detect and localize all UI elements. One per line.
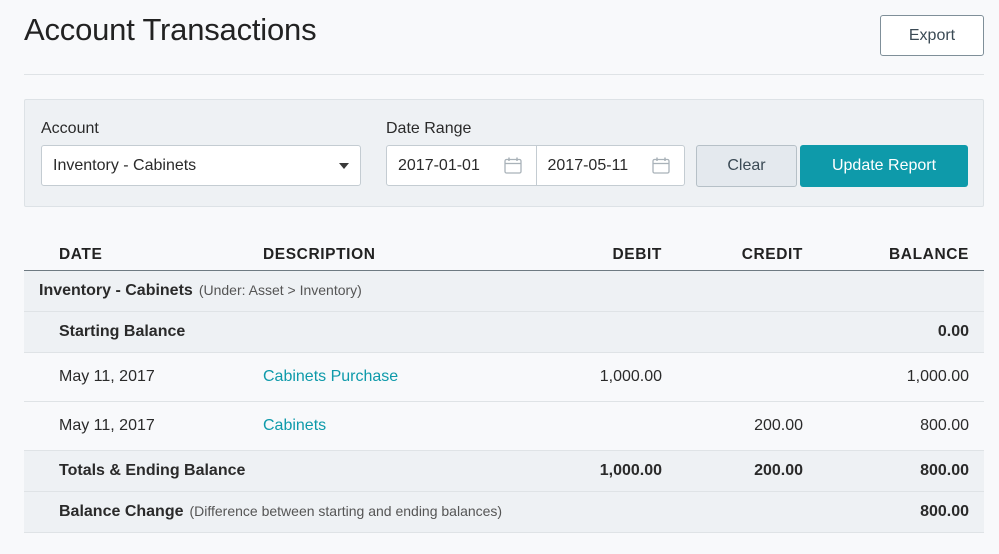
starting-balance-value: 0.00 [937, 323, 969, 340]
start-date-value: 2017-01-01 [398, 156, 480, 174]
account-group-row: Inventory - Cabinets (Under: Asset > Inve… [24, 271, 984, 312]
totals-balance: 800.00 [920, 462, 969, 479]
end-date-value: 2017-05-11 [547, 156, 629, 174]
row-description-link[interactable]: Cabinets [263, 417, 326, 435]
balance-change-row: Balance Change (Difference between starti… [24, 492, 984, 533]
transactions-table: DATE DESCRIPTION DEBIT CREDIT BALANCE In… [24, 236, 984, 533]
account-group-name: Inventory - Cabinets [39, 282, 193, 299]
start-date-input[interactable]: 2017-01-01 [387, 146, 536, 185]
date-range-group: 2017-01-01 2017-05-11 [386, 145, 685, 186]
account-label: Account [41, 120, 99, 137]
account-select-value: Inventory - Cabinets [53, 156, 197, 174]
header-divider [24, 74, 984, 75]
row-balance: 800.00 [920, 417, 969, 434]
totals-label: Totals & Ending Balance [59, 462, 246, 479]
totals-debit: 1,000.00 [599, 462, 662, 479]
export-button[interactable]: Export [880, 15, 984, 56]
row-balance: 1,000.00 [906, 368, 969, 385]
table-header: DATE DESCRIPTION DEBIT CREDIT BALANCE [24, 236, 984, 271]
starting-balance-row: Starting Balance 0.00 [24, 312, 984, 353]
row-date: May 11, 2017 [59, 417, 155, 434]
row-credit: 200.00 [754, 417, 803, 434]
table-row: May 11, 2017 Cabinets 200.00 800.00 [24, 402, 984, 451]
row-description-link[interactable]: Cabinets Purchase [263, 368, 398, 386]
starting-balance-label: Starting Balance [59, 323, 186, 340]
column-header-credit: CREDIT [741, 246, 803, 263]
row-debit: 1,000.00 [599, 368, 662, 385]
balance-change-label-group: Balance Change (Difference between starti… [59, 503, 502, 521]
clear-button[interactable]: Clear [696, 145, 797, 187]
calendar-icon[interactable] [652, 157, 670, 174]
account-group-label: Inventory - Cabinets (Under: Asset > Inve… [39, 282, 362, 300]
column-header-date: DATE [59, 246, 103, 263]
balance-change-value: 800.00 [920, 503, 969, 520]
row-date: May 11, 2017 [59, 368, 155, 385]
column-header-debit: DEBIT [612, 246, 662, 263]
account-select[interactable]: Inventory - Cabinets [41, 145, 361, 186]
balance-change-label: Balance Change [59, 503, 184, 520]
filter-panel: Account Inventory - Cabinets Date Range … [24, 99, 984, 207]
end-date-input[interactable]: 2017-05-11 [535, 146, 685, 185]
calendar-icon[interactable] [503, 157, 522, 174]
balance-change-note: (Difference between starting and ending … [189, 503, 503, 519]
page-title: Account Transactions [24, 12, 317, 47]
chevron-down-icon [339, 163, 349, 169]
column-header-balance: BALANCE [889, 246, 969, 263]
account-group-parent: (Under: Asset > Inventory) [198, 282, 362, 298]
date-range-label: Date Range [386, 120, 472, 137]
totals-row: Totals & Ending Balance 1,000.00 200.00 … [24, 451, 984, 492]
update-report-button[interactable]: Update Report [800, 145, 968, 187]
totals-credit: 200.00 [754, 462, 803, 479]
table-row: May 11, 2017 Cabinets Purchase 1,000.00 … [24, 353, 984, 402]
column-header-description: DESCRIPTION [263, 246, 376, 263]
